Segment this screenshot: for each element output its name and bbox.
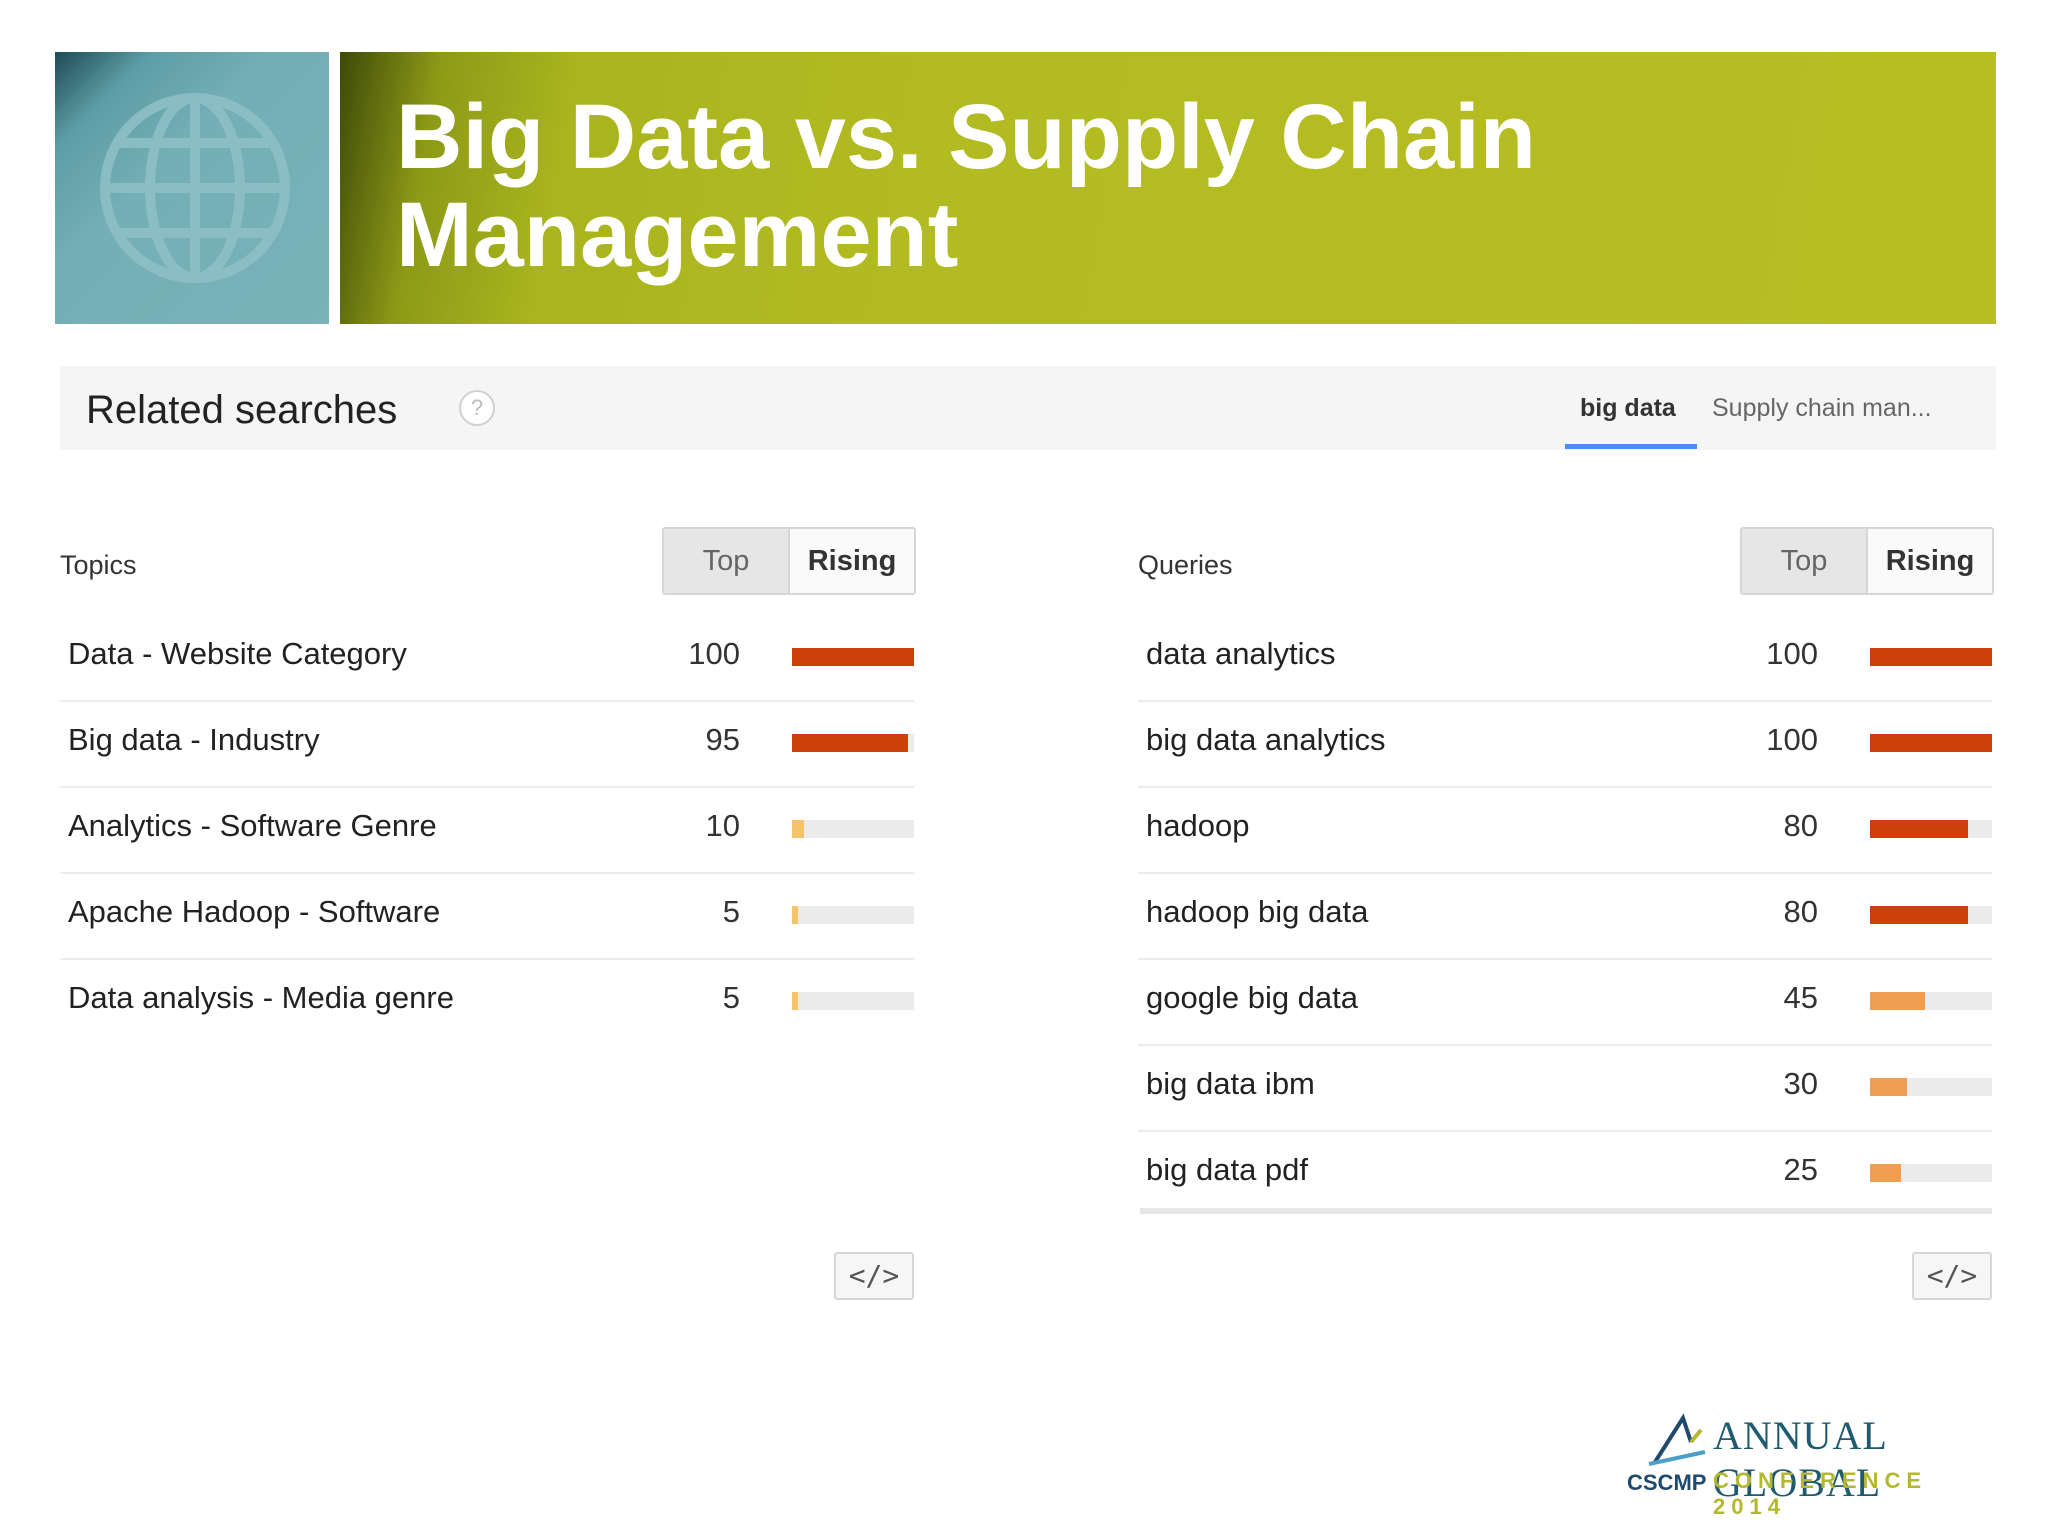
queries-row-value: 80 [1783,808,1818,843]
topics-row-label: Analytics - Software Genre [68,808,437,843]
queries-embed-button[interactable]: </> [1912,1252,1992,1300]
topics-list: Data - Website Category 100 Big data - Ind… [60,616,914,1044]
queries-bar-fill [1870,734,1992,752]
queries-bar-fill [1870,992,1925,1010]
topics-row-label: Apache Hadoop - Software [68,894,441,929]
topics-row-label: Data - Website Category [68,636,407,671]
queries-bar-fill [1870,1164,1901,1182]
queries-row[interactable]: big data ibm 30 [1138,1046,1992,1132]
related-searches-bar: Related searches ? big data Supply chain… [60,366,1996,450]
queries-bar-track [1870,906,1992,924]
topics-row[interactable]: Apache Hadoop - Software 5 [60,874,914,960]
active-tab-indicator [1565,444,1697,449]
queries-row[interactable]: big data pdf 25 [1138,1132,1992,1216]
topics-row-value: 10 [705,808,740,843]
queries-heading: Queries [1138,550,1233,580]
title-line-2: Management [396,184,959,286]
queries-row-label: google big data [1146,980,1359,1015]
queries-row[interactable]: google big data 45 [1138,960,1992,1046]
topics-row-value: 95 [705,722,740,757]
logo-org: CSCMP [1627,1470,1707,1495]
topics-bar-track [792,992,914,1010]
tab-big-data[interactable]: big data [1580,394,1676,423]
globe-icon [100,93,290,283]
tab-supply-chain[interactable]: Supply chain man... [1712,394,1932,423]
queries-rising-button[interactable]: Rising [1868,529,1992,593]
queries-row-label: hadoop [1146,808,1250,843]
queries-bar-fill [1870,1078,1907,1096]
conference-logo: ANNUAL GLOBAL CONFERENCE 2014 CSCMP [1625,1412,2005,1519]
queries-row[interactable]: hadoop 80 [1138,788,1992,874]
queries-row-label: big data pdf [1146,1152,1309,1187]
queries-row-value: 100 [1766,636,1818,671]
topics-rising-button[interactable]: Rising [790,529,914,593]
queries-row-label: big data analytics [1146,722,1386,757]
logo-subtitle: CONFERENCE 2014 [1713,1468,1928,1519]
topics-row-value: 5 [722,980,740,1015]
queries-row-value: 100 [1766,722,1818,757]
topics-row[interactable]: Analytics - Software Genre 10 [60,788,914,874]
topics-row[interactable]: Data - Website Category 100 [60,616,914,702]
queries-bar-track [1870,648,1992,666]
topics-bar-fill [792,734,908,752]
topics-bar-track [792,906,914,924]
topics-row[interactable]: Data analysis - Media genre 5 [60,960,914,1044]
queries-row-label: data analytics [1146,636,1336,671]
queries-toggle: Top Rising [1740,527,1994,595]
queries-top-button[interactable]: Top [1742,529,1868,593]
queries-row-value: 25 [1783,1152,1818,1187]
topics-bar-fill [792,820,805,838]
help-icon[interactable]: ? [459,390,495,426]
topics-bar-track [792,648,914,666]
queries-bar-track [1870,992,1992,1010]
topics-embed-button[interactable]: </> [834,1252,914,1300]
queries-row-label: big data ibm [1146,1066,1315,1101]
topics-row-value: 5 [722,894,740,929]
page-title: Big Data vs. Supply Chain Management [396,88,1896,284]
queries-bar-track [1870,1078,1992,1096]
globe-image [55,52,329,324]
topics-row-label: Data analysis - Media genre [68,980,454,1015]
queries-bar-track [1870,734,1992,752]
related-searches-title: Related searches [86,388,398,432]
queries-bar-fill [1870,648,1992,666]
topics-bar-fill [792,992,799,1010]
topics-row-label: Big data - Industry [68,722,320,757]
title-line-1: Big Data vs. Supply Chain [396,86,1536,188]
topics-bar-fill [792,906,799,924]
queries-row[interactable]: hadoop big data 80 [1138,874,1992,960]
topics-bar-track [792,820,914,838]
topics-row[interactable]: Big data - Industry 95 [60,702,914,788]
topics-row-value: 100 [688,636,740,671]
queries-bar-fill [1870,906,1968,924]
queries-bar-track [1870,1164,1992,1182]
topics-toggle: Top Rising [662,527,916,595]
title-banner: Big Data vs. Supply Chain Management [340,52,1996,324]
queries-row[interactable]: data analytics 100 [1138,616,1992,702]
queries-row-value: 80 [1783,894,1818,929]
queries-row-value: 30 [1783,1066,1818,1101]
queries-row-value: 45 [1783,980,1818,1015]
topics-bar-fill [792,648,914,666]
topics-bar-track [792,734,914,752]
queries-bar-track [1870,820,1992,838]
queries-list: data analytics 100 big data analytics 100 ha… [1138,616,1992,1216]
queries-bar-fill [1870,820,1968,838]
topics-top-button[interactable]: Top [664,529,790,593]
queries-row[interactable]: big data analytics 100 [1138,702,1992,788]
queries-bottom-rule [1140,1208,1992,1214]
queries-row-label: hadoop big data [1146,894,1369,929]
topics-heading: Topics [60,550,137,580]
